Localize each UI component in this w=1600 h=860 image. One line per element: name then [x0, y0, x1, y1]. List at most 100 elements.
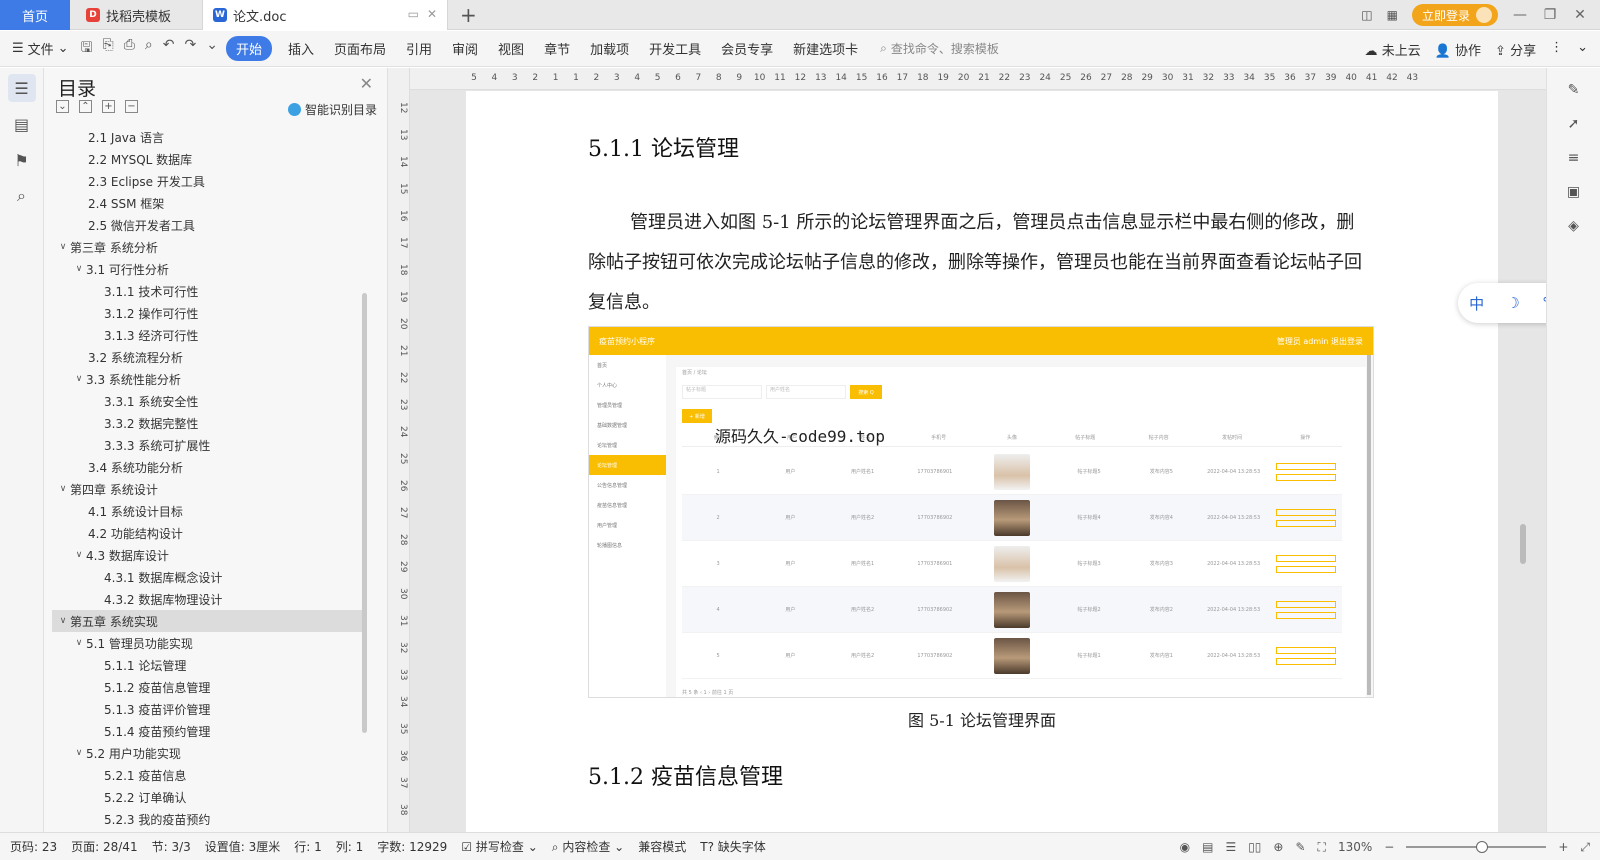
menu-item[interactable]: 引用	[396, 39, 442, 58]
ime-toolbar[interactable]: 中 ☽ °, ›	[1458, 283, 1546, 323]
toc-item[interactable]: 4.3.1 数据库概念设计	[52, 566, 364, 588]
document-scroll-thumb[interactable]	[1520, 524, 1526, 564]
document-page[interactable]: 5.1.1 论坛管理 管理员进入如图 5-1 所示的论坛管理界面之后，管理员点击…	[466, 91, 1498, 832]
undo-icon[interactable]: ↶	[163, 37, 175, 61]
menu-item[interactable]: 会员专享	[711, 39, 783, 58]
zoom-slider-knob[interactable]	[1476, 841, 1489, 853]
toc-item[interactable]: 4.2 功能结构设计	[52, 522, 364, 544]
menu-item[interactable]: 加载项	[580, 39, 639, 58]
bookmark-icon[interactable]: ⚑	[8, 146, 36, 174]
write-mode-icon[interactable]: ✎	[1295, 840, 1305, 854]
collapse-all-icon[interactable]: ⌃	[79, 100, 92, 113]
remove-entry-icon[interactable]: −	[125, 100, 138, 113]
missing-font-button[interactable]: T? 缺失字体	[700, 838, 766, 855]
tab-close-icon[interactable]: ✕	[427, 7, 437, 21]
menu-item[interactable]: 新建选项卡	[783, 39, 868, 58]
toc-scrollbar[interactable]	[362, 293, 367, 733]
print-icon[interactable]: ⎙	[124, 37, 135, 61]
toc-expand-icon[interactable]: ∨	[72, 264, 86, 274]
toc-item[interactable]: 3.3.1 系统安全性	[52, 390, 364, 412]
toc-item[interactable]: 3.3.3 系统可扩展性	[52, 434, 364, 456]
toc-expand-icon[interactable]: ∨	[72, 374, 86, 384]
menu-item[interactable]: 插入	[278, 39, 324, 58]
eye-protection-icon[interactable]: ◉	[1180, 840, 1190, 854]
find-icon[interactable]: ⌕	[8, 182, 36, 210]
toc-item[interactable]: 5.1.3 疫苗评价管理	[52, 698, 364, 720]
fit-page-icon[interactable]: ⛶	[1318, 840, 1326, 855]
menu-item[interactable]: 章节	[534, 39, 580, 58]
menu-item[interactable]: 页面布局	[324, 39, 396, 58]
toc-expand-icon[interactable]: ∨	[72, 748, 86, 758]
menu-item[interactable]: 开始	[225, 36, 272, 61]
toc-expand-icon[interactable]: ∨	[72, 550, 86, 560]
toc-item[interactable]: 3.3.2 数据完整性	[52, 412, 364, 434]
adjust-sliders-icon[interactable]: ≡	[1562, 146, 1586, 170]
tab-home[interactable]: 首页	[0, 0, 70, 30]
tab-float-icon[interactable]: ▭	[408, 7, 419, 21]
toc-expand-icon[interactable]: ∨	[72, 638, 86, 648]
smart-toc-button[interactable]: 智能识别目录	[287, 101, 377, 118]
zoom-slider[interactable]	[1406, 841, 1547, 853]
new-tab-button[interactable]: +	[460, 3, 477, 27]
toc-item[interactable]: 5.1.4 疫苗预约管理	[52, 720, 364, 742]
edit-pen-icon[interactable]: ✎	[1562, 78, 1586, 102]
toc-expand-icon[interactable]: ∨	[56, 484, 70, 494]
redo-icon[interactable]: ↷	[185, 37, 197, 61]
status-setting[interactable]: 设置值: 3厘米	[205, 838, 281, 855]
toc-item[interactable]: ∨ 第四章 系统设计	[52, 478, 364, 500]
print-preview-icon[interactable]: ⌕	[145, 37, 153, 61]
toc-close-icon[interactable]: ✕	[360, 74, 373, 93]
toc-item[interactable]: ∨ 5.1 管理员功能实现	[52, 632, 364, 654]
ime-lang[interactable]: 中	[1469, 293, 1484, 314]
spell-check-button[interactable]: ☑ 拼写检查 ⌄	[461, 838, 537, 855]
share-button[interactable]: ⇪ 分享	[1495, 40, 1536, 59]
command-search[interactable]: ⌕ 查找命令、搜索模板	[880, 40, 999, 57]
toc-item[interactable]: 3.1.1 技术可行性	[52, 280, 364, 302]
zoom-level[interactable]: 130%	[1338, 840, 1372, 854]
toc-item[interactable]: ∨ 3.1 可行性分析	[52, 258, 364, 280]
toc-panel-icon[interactable]: ☰	[7, 74, 36, 102]
reading-view-icon[interactable]: ▯▯	[1248, 840, 1261, 854]
toc-item[interactable]: ∨ 第三章 系统分析	[52, 236, 364, 258]
tab-document[interactable]: W 论文.doc ▭ ✕	[202, 0, 448, 30]
close-window-icon[interactable]: ✕	[1572, 7, 1588, 23]
file-menu[interactable]: ☰ 文件 ⌄	[12, 39, 69, 58]
export-pdf-icon[interactable]: ⎘	[103, 37, 114, 61]
toc-expand-icon[interactable]: ∨	[56, 242, 70, 252]
toc-item[interactable]: 3.1.2 操作可行性	[52, 302, 364, 324]
cloud-status[interactable]: ☁ 未上云	[1365, 40, 1421, 59]
more-icon[interactable]: ⋮	[1550, 40, 1563, 59]
toc-expand-icon[interactable]: ∨	[56, 616, 70, 626]
ime-moon-icon[interactable]: ☽	[1506, 294, 1519, 312]
menu-item[interactable]: 审阅	[442, 39, 488, 58]
login-button[interactable]: 立即登录	[1411, 4, 1498, 26]
image-tool-icon[interactable]: ▣	[1562, 180, 1586, 204]
toc-item[interactable]: 4.3.2 数据库物理设计	[52, 588, 364, 610]
save-icon[interactable]: 🖫	[81, 37, 93, 61]
restore-icon[interactable]: ❐	[1542, 7, 1558, 23]
status-words[interactable]: 字数: 12929	[377, 838, 447, 855]
toc-item[interactable]: 2.2 MYSQL 数据库	[52, 148, 364, 170]
toc-item[interactable]: ∨ 4.3 数据库设计	[52, 544, 364, 566]
minimize-icon[interactable]: —	[1512, 7, 1528, 23]
toc-item[interactable]: ∨ 5.2 用户功能实现	[52, 742, 364, 764]
menu-item[interactable]: 视图	[488, 39, 534, 58]
toc-item[interactable]: 5.1.2 疫苗信息管理	[52, 676, 364, 698]
content-check-button[interactable]: ⌕ 内容检查 ⌄	[552, 838, 624, 855]
toc-item[interactable]: 2.1 Java 语言	[52, 126, 364, 148]
collapse-ribbon-icon[interactable]: ⌄	[1577, 40, 1588, 59]
page-view-icon[interactable]: ▤	[1202, 840, 1213, 854]
menu-item[interactable]: 开发工具	[639, 39, 711, 58]
collab-button[interactable]: 👤 协作	[1435, 40, 1481, 59]
zoom-out-icon[interactable]: −	[1384, 840, 1394, 854]
toc-item[interactable]: ∨ 第五章 系统实现	[52, 610, 364, 632]
toc-item[interactable]: 3.1.3 经济可行性	[52, 324, 364, 346]
toc-item[interactable]: 5.2.2 订单确认	[52, 786, 364, 808]
toc-item[interactable]: 4.1 系统设计目标	[52, 500, 364, 522]
zoom-in-icon[interactable]: +	[1558, 840, 1568, 854]
document-scrollbar[interactable]	[1520, 104, 1526, 804]
toc-item[interactable]: 5.2.1 疫苗信息	[52, 764, 364, 786]
map-pin-icon[interactable]: ◈	[1562, 214, 1586, 238]
chapter-nav-icon[interactable]: ▤	[8, 110, 36, 138]
tab-templates[interactable]: D 找稻壳模板	[76, 0, 201, 30]
